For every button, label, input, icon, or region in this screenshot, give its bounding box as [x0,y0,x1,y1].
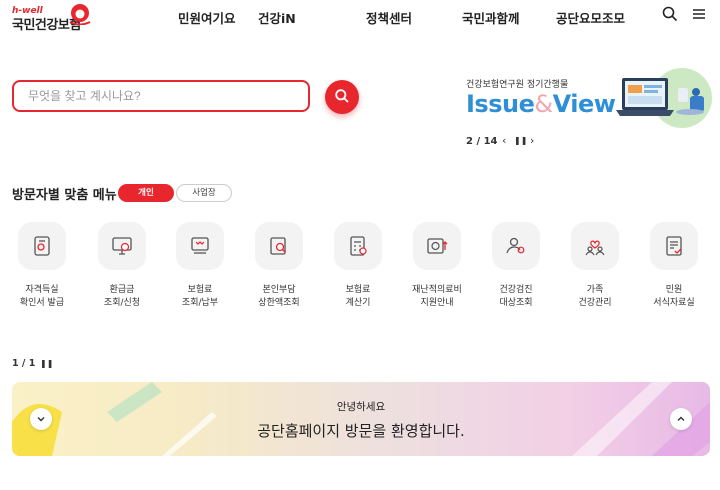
notice-expand-button[interactable] [30,408,52,430]
menu-label-line2: 건강관리 [578,298,612,308]
custom-menu-title: 방문자별 맞춤 메뉴 [12,188,117,203]
menu-item-calculator[interactable]: 보험료계산기 [320,222,396,310]
menu-label-line1: 재난적의료비 [412,285,462,295]
banner-title-view: View [552,90,616,118]
search-input[interactable] [12,80,310,112]
laptop-illustration-icon [616,68,712,128]
notice-pause-button[interactable]: ❚❚ [40,359,53,368]
menu-label-line1: 자격득실 [25,285,59,295]
notice-greeting: 안녕하세요 [336,401,386,413]
menu-label-line1: 보험료 [187,285,213,295]
menu-label-line2: 상한액조회 [258,298,300,308]
menu-label-line1: 가족 [586,285,604,295]
notice-page-indicator: 1 / 1 [12,358,36,369]
tab-business[interactable]: 사업장 [176,184,232,202]
menu-label-line2: 계산기 [345,298,371,308]
menu-item-qualification[interactable]: 자격득실확인서 발급 [4,222,80,310]
menu-label-line1: 본인부담 [262,285,296,295]
menu-label-line1: 건강검진 [499,285,533,295]
tab-individual[interactable]: 개인 [118,184,174,202]
menu-label-line2: 대상조회 [499,298,533,308]
menu-item-premium-pay[interactable]: 보험료조회/납부 [162,222,238,310]
hamburger-icon[interactable] [690,5,708,23]
menu-item-family-health[interactable]: 가족건강관리 [557,222,633,310]
logo-mark-icon [69,4,91,25]
nav-about-corp[interactable]: 공단요모조모 [556,8,625,27]
notice-collapse-button[interactable] [670,408,692,430]
banner-page-indicator: 2 / 14 [466,136,498,147]
nav-with-people[interactable]: 국민과함께 [462,8,520,27]
bill-payment-icon [176,222,224,270]
banner-prev-button[interactable]: ‹ [502,134,506,147]
menu-item-refund[interactable]: 환급금조회/신청 [84,222,160,310]
menu-item-copay-limit[interactable]: 본인부담상한액조회 [241,222,317,310]
nav-minwon[interactable]: 민원여기요 [178,8,236,27]
menu-item-catastrophic[interactable]: 재난적의료비지원안내 [399,222,475,310]
banner-next-button[interactable]: › [530,134,534,147]
banner-subtitle: 건강보험연구원 정기간행물 [466,80,569,90]
monitor-won-icon [98,222,146,270]
family-heart-icon [571,222,619,270]
banner-pause-button[interactable]: ❚❚ [514,136,527,145]
chevron-down-icon [37,417,45,422]
menu-label-line2: 지원안내 [420,298,454,308]
document-search-icon [255,222,303,270]
banner-title-amp: & [534,90,553,118]
banner-title-issue: Issue [466,90,535,118]
banner-title[interactable]: Issue&View [466,90,616,118]
welcome-notice-banner: 안녕하세요 공단홈페이지 방문을 환영합니다. [12,382,710,456]
menu-item-forms[interactable]: 민원서식자료실 [636,222,712,310]
search-button[interactable] [325,80,359,114]
nav-health-in[interactable]: 건강iN [258,8,296,27]
notice-decoration-icon [12,382,710,456]
search-icon [335,88,349,103]
search-icon[interactable] [661,5,679,23]
calculator-icon [334,222,382,270]
nav-policy-center[interactable]: 정책센터 [366,8,412,27]
menu-label-line2: 서식자료실 [653,298,695,308]
certificate-icon [18,222,66,270]
form-document-icon [650,222,698,270]
menu-label-line1: 민원 [665,285,683,295]
notice-welcome-message: 공단홈페이지 방문을 환영합니다. [257,422,465,440]
chevron-up-icon [677,416,685,421]
people-search-icon [492,222,540,270]
won-support-icon [413,222,461,270]
menu-label-line2: 조회/납부 [181,298,219,308]
menu-label-line1: 보험료 [345,285,371,295]
menu-label-line2: 확인서 발급 [19,298,65,308]
menu-item-checkup[interactable]: 건강검진대상조회 [478,222,554,310]
menu-label-line2: 조회/신청 [103,298,141,308]
menu-label-line1: 환급금 [109,285,135,295]
